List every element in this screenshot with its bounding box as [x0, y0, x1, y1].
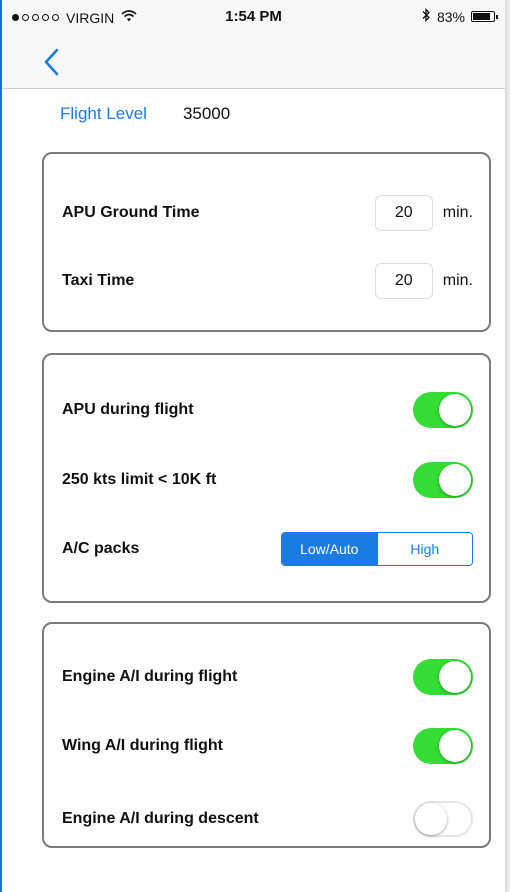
engine-ai-flight-label: Engine A/I during flight: [62, 668, 238, 685]
apu-during-flight-toggle[interactable]: [413, 392, 473, 428]
engine-ai-descent-toggle[interactable]: [413, 801, 473, 837]
apu-during-flight-row: APU during flight: [62, 390, 473, 430]
anti-ice-card: Engine A/I during flight Wing A/I during…: [42, 622, 491, 848]
ac-packs-segmented-control: Low/Auto High: [281, 532, 473, 566]
status-bar: VIRGIN 1:54 PM 83%: [2, 0, 505, 36]
speed-limit-label: 250 kts limit < 10K ft: [62, 471, 217, 488]
engine-ai-descent-row: Engine A/I during descent: [62, 799, 473, 839]
taxi-time-unit: min.: [442, 272, 473, 289]
toggle-knob: [439, 730, 471, 762]
speed-limit-toggle[interactable]: [413, 462, 473, 498]
apu-ground-time-row: APU Ground Time min.: [62, 193, 473, 233]
flight-level-row: Flight Level 35000: [60, 104, 230, 124]
wing-ai-flight-label: Wing A/I during flight: [62, 737, 223, 754]
ac-packs-label: A/C packs: [62, 540, 140, 557]
taxi-time-input[interactable]: [374, 263, 433, 299]
flight-level-label[interactable]: Flight Level: [60, 104, 147, 124]
apu-ground-time-input[interactable]: [374, 195, 433, 231]
wing-ai-flight-toggle[interactable]: [413, 728, 473, 764]
taxi-time-group: min.: [374, 263, 473, 299]
screen-edge-shadow: [505, 0, 510, 892]
engine-ai-flight-row: Engine A/I during flight: [62, 657, 473, 697]
battery-fill: [473, 13, 490, 20]
ground-times-card: APU Ground Time min. Taxi Time min.: [42, 152, 491, 332]
status-right: 83%: [421, 7, 498, 25]
engine-ai-flight-toggle[interactable]: [413, 659, 473, 695]
battery-percent: 83%: [436, 8, 465, 25]
toggle-knob: [439, 464, 471, 496]
wing-ai-flight-row: Wing A/I during flight: [62, 726, 473, 766]
battery-icon: [471, 11, 498, 22]
toggle-knob: [415, 803, 447, 835]
back-button[interactable]: [42, 42, 72, 82]
apu-ground-time-group: min.: [374, 195, 473, 231]
bluetooth-icon: [421, 7, 431, 25]
apu-ground-time-label: APU Ground Time: [62, 204, 200, 221]
chevron-left-icon: [44, 48, 59, 76]
navigation-bar: [2, 36, 505, 89]
app-screen: VIRGIN 1:54 PM 83% Flight Level 35000 AP: [0, 0, 505, 892]
speed-limit-row: 250 kts limit < 10K ft: [62, 460, 473, 500]
apu-ground-time-unit: min.: [442, 204, 473, 221]
ac-packs-row: A/C packs Low/Auto High: [62, 529, 473, 569]
engine-ai-descent-label: Engine A/I during descent: [62, 810, 259, 827]
apu-during-flight-label: APU during flight: [62, 401, 194, 418]
flight-level-value: 35000: [182, 104, 231, 123]
ac-packs-option-low-auto[interactable]: Low/Auto: [282, 533, 377, 565]
ac-packs-option-high[interactable]: High: [376, 533, 472, 565]
toggle-knob: [439, 394, 471, 426]
flight-settings-card: APU during flight 250 kts limit < 10K ft…: [42, 353, 491, 603]
toggle-knob: [439, 661, 471, 693]
taxi-time-label: Taxi Time: [62, 272, 135, 289]
taxi-time-row: Taxi Time min.: [62, 261, 473, 301]
battery-tip: [496, 15, 498, 19]
